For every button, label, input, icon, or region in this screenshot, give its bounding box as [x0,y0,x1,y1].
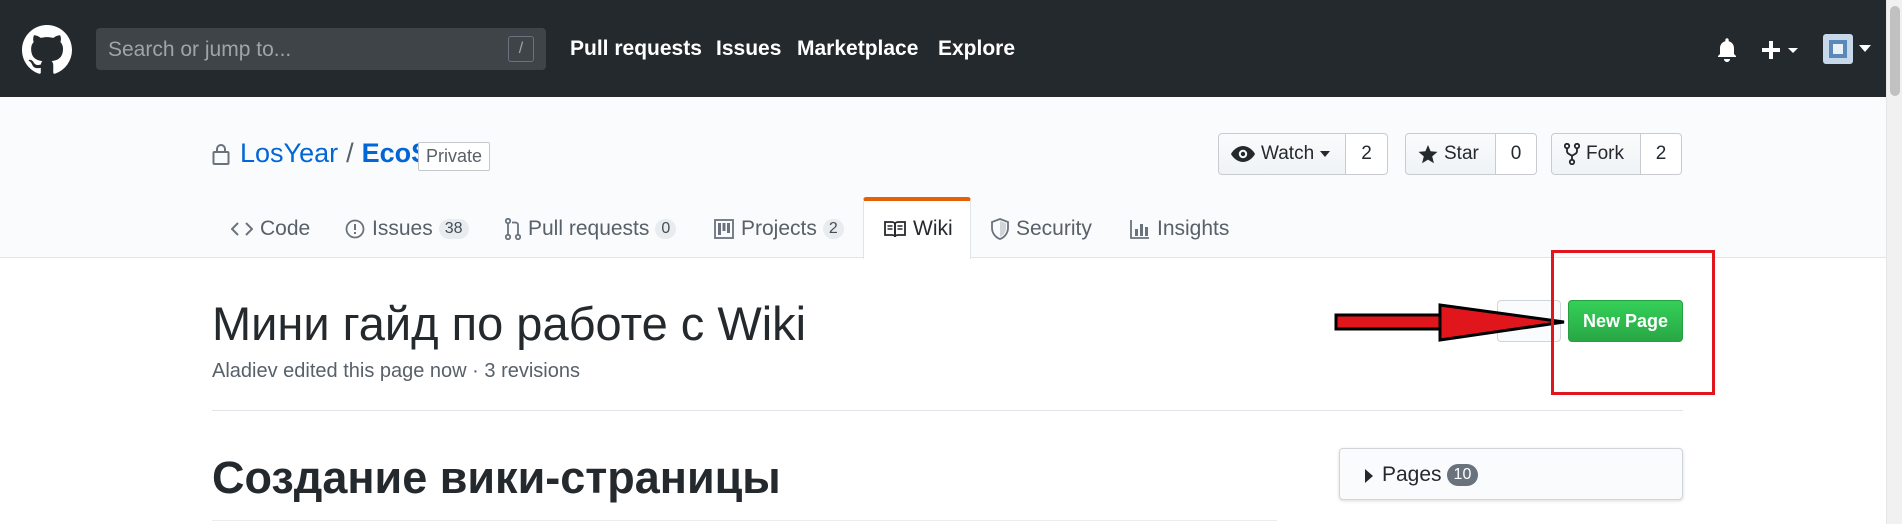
project-board-icon [714,219,734,239]
tab-label: Code [260,217,311,240]
fork-label: Fork [1586,143,1624,164]
tab-wiki[interactable]: Wiki [884,200,953,258]
fork-count[interactable]: 2 [1641,133,1682,175]
nav-issues[interactable]: Issues [716,37,781,61]
page-revision-meta[interactable]: Aladiev edited this page now · 3 revisio… [212,360,580,383]
tab-label: Security [1016,217,1092,240]
tab-label: Insights [1157,217,1230,240]
pages-sidebar-toggle[interactable]: Pages 10 [1339,448,1683,500]
tab-label: Projects [741,217,817,240]
tab-projects[interactable]: Projects 2 [714,200,844,258]
heading-underline [212,520,1277,521]
vertical-scrollbar[interactable] [1886,0,1902,524]
global-header: Search or jump to... / Pull requests Iss… [0,0,1902,97]
avatar [1823,34,1853,64]
create-new-plus-icon[interactable] [1760,38,1802,62]
private-badge: Private [418,142,491,171]
fork-button[interactable]: Fork [1551,133,1641,175]
nav-marketplace[interactable]: Marketplace [797,37,918,61]
section-heading: Создание вики-страницы [212,452,781,503]
eye-icon [1231,146,1255,162]
search-placeholder: Search or jump to... [108,38,292,61]
tab-pull-requests[interactable]: Pull requests 0 [505,200,677,258]
tab-issues[interactable]: Issues 38 [345,200,469,258]
search-input[interactable]: Search or jump to... / [96,28,546,70]
tab-label: Pull requests [528,217,650,240]
watch-count[interactable]: 2 [1346,133,1388,175]
code-icon [231,222,253,236]
pages-label: Pages [1382,463,1442,486]
lock-icon [212,144,230,165]
notifications-bell-icon[interactable] [1716,38,1738,62]
pages-count-badge: 10 [1446,464,1479,486]
nav-pull-requests[interactable]: Pull requests [570,37,702,61]
nav-explore[interactable]: Explore [938,37,1015,61]
watch-button-group: Watch 2 [1218,133,1388,175]
tab-counter: 2 [822,219,844,239]
git-pull-request-icon [505,218,521,240]
pages-heading: Pages 10 [1382,463,1479,487]
repo-owner-link[interactable]: LosYear [240,138,338,168]
shield-icon [991,218,1009,240]
tab-insights[interactable]: Insights [1130,200,1229,258]
scrollbar-thumb[interactable] [1890,6,1900,96]
issue-opened-icon [345,219,365,239]
annotation-highlight-box [1551,250,1715,395]
star-count[interactable]: 0 [1496,133,1537,175]
user-avatar-menu[interactable] [1823,34,1873,64]
tab-security[interactable]: Security [991,200,1092,258]
star-button-group: Star 0 [1405,133,1537,175]
fork-button-group: Fork 2 [1551,133,1682,175]
github-logo-icon[interactable] [22,25,72,75]
repo-title: LosYear / EcoS [240,138,429,169]
annotation-arrow-icon [1334,303,1565,342]
slash-shortcut-key: / [508,36,534,62]
watch-label: Watch [1261,143,1315,164]
chevron-down-icon [1320,151,1331,157]
tab-counter: 38 [438,219,469,239]
page-title: Мини гайд по работе с Wiki [212,297,807,350]
tab-counter: 0 [655,219,677,239]
caret-right-icon [1365,469,1373,483]
tab-label: Issues [372,217,433,240]
star-button[interactable]: Star [1405,133,1496,175]
header-divider [212,410,1683,411]
tab-label: Wiki [913,217,953,240]
repo-path-separator: / [346,138,354,168]
tab-code[interactable]: Code [231,200,310,258]
book-icon [884,221,906,238]
star-label: Star [1444,143,1479,164]
chevron-down-icon [1859,45,1871,52]
graph-icon [1130,220,1149,239]
star-icon [1418,144,1438,163]
watch-button[interactable]: Watch [1218,133,1346,175]
fork-icon [1564,143,1580,165]
